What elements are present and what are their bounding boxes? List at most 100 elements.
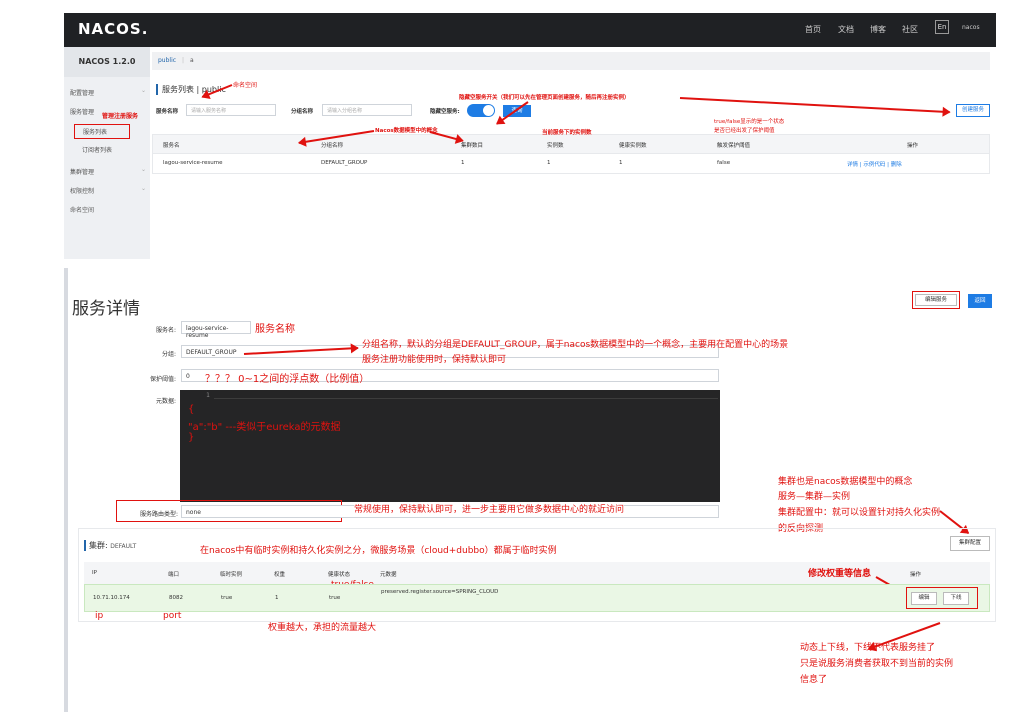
cell-service-name: lagou-service-resume — [163, 160, 223, 166]
annotation-manage: 管理注册服务 — [102, 113, 139, 120]
cell-weight: 1 — [275, 595, 279, 601]
annotation-weight-edit: 修改权重等信息 — [808, 566, 872, 579]
line-number: 1 — [206, 392, 210, 399]
annotation-hide-switch: 隐藏空服务开关（我们可以先在管理页面创建服务，随后再注册实例） — [459, 95, 630, 101]
sidebar-item-subscribers[interactable]: 订阅者列表 — [82, 145, 112, 154]
annotation-service-name: 服务名称 — [255, 324, 295, 335]
table-row: lagou-service-resume DEFAULT_GROUP 1 1 1… — [152, 154, 990, 174]
search-name-label: 服务名称 — [156, 109, 179, 115]
cluster-title-label: 集群: — [89, 541, 108, 550]
col-metadata: 元数据 — [380, 572, 397, 578]
annotation-protect-1: true/false显示的是一个状态 — [714, 119, 785, 125]
cell-healthy: 1 — [619, 160, 623, 166]
cell-group: DEFAULT_GROUP — [321, 160, 368, 166]
service-table-header: 服务名 分组名称 集群数目 实例数 健康实例数 触发保护阈值 操作 — [152, 134, 990, 154]
annotation-group-1: 分组名称，默认的分组是DEFAULT_GROUP，属于nacos数据模型中的一个… — [362, 340, 789, 350]
namespace-other[interactable]: a — [190, 57, 194, 64]
divider — [64, 268, 68, 712]
nav-community[interactable]: 社区 — [902, 24, 918, 35]
top-navbar — [64, 13, 996, 47]
service-name-field[interactable]: lagou-service-resume — [181, 321, 251, 339]
protect-value: 0 — [186, 373, 190, 380]
search-name-input[interactable]: 请输入服务名称 — [186, 104, 276, 116]
sidebar-item-service-list[interactable]: 服务列表 — [74, 124, 130, 139]
annotation-offline-2: 只是说服务消费者获取不到当前的实例 — [800, 659, 954, 669]
edit-instance-button[interactable]: 编辑 — [911, 592, 937, 605]
col-port: 端口 — [168, 572, 180, 578]
hide-empty-label: 隐藏空服务: — [430, 109, 460, 115]
annotation-weight: 权重越大，承担的流量越大 — [268, 623, 377, 633]
col-weight: 权重 — [274, 572, 286, 578]
annotation-group-2: 服务注册功能使用时，保持默认即可 — [362, 355, 507, 365]
edit-service-label[interactable]: 编辑服务 — [915, 294, 957, 306]
cell-ephemeral: true — [221, 595, 233, 601]
hide-empty-toggle[interactable] — [467, 104, 495, 117]
cell-metadata: preserved.register.source=SPRING_CLOUD — [381, 589, 499, 595]
sidebar-item-namespace[interactable]: 命名空间 — [70, 205, 94, 214]
arrow-icon — [679, 97, 950, 114]
selector-label: 服务路由类型: — [139, 511, 178, 518]
selector-value: none — [186, 509, 201, 516]
col-protect: 触发保护阈值 — [717, 143, 751, 149]
namespace-separator: | — [181, 57, 185, 64]
cell-protect: false — [717, 160, 731, 166]
cell-port: 8082 — [169, 595, 183, 601]
back-button[interactable]: 返回 — [968, 294, 992, 308]
row-actions[interactable]: 详情 | 示例代码 | 删除 — [847, 160, 902, 168]
sidebar-version: NACOS 1.2.0 — [64, 47, 150, 77]
annotation-cluster-2: 服务—集群—实例 — [778, 492, 851, 502]
nav-home[interactable]: 首页 — [805, 24, 821, 35]
annotation-offline-3: 信息了 — [800, 675, 828, 685]
namespace-bar: public | a — [152, 52, 990, 70]
col-ip: IP — [92, 570, 97, 576]
col-ephemeral: 临时实例 — [220, 572, 243, 578]
annotation-cluster-1: 集群也是nacos数据模型中的概念 — [778, 477, 913, 487]
nav-docs[interactable]: 文档 — [838, 24, 854, 35]
cell-instances: 1 — [547, 160, 551, 166]
annotation-selector: 常规使用，保持默认即可，进一步主要用它做多数据中心的就近访问 — [354, 502, 625, 515]
sidebar-item-auth[interactable]: 权限控制 — [70, 186, 94, 195]
col-instances: 实例数 — [547, 143, 564, 149]
row-actions: 编辑 下线 — [906, 587, 978, 609]
namespace-public[interactable]: public — [158, 57, 176, 64]
col-healthy: 健康实例数 — [619, 143, 647, 149]
col-cluster-count: 集群数目 — [461, 143, 484, 149]
create-service-button[interactable]: 创建服务 — [956, 104, 990, 117]
annotation-instances: 当前服务下的实例数 — [542, 130, 592, 136]
sidebar-item-service-mgmt[interactable]: 服务管理 — [70, 107, 94, 116]
col-health: 健康状态 — [328, 572, 351, 578]
edit-service-button[interactable]: 编辑服务 — [912, 291, 960, 309]
cluster-name: DEFAULT — [110, 543, 137, 550]
offline-button[interactable]: 下线 — [943, 592, 969, 605]
annotation-ip: ip — [95, 611, 104, 621]
col-ops: 操作 — [910, 572, 922, 578]
cluster-title: 集群: DEFAULT — [84, 540, 136, 551]
annotation-cluster-3: 集群配置中：就可以设置针对持久化实例 — [778, 508, 941, 518]
editor-divider — [214, 398, 718, 399]
nav-blog[interactable]: 博客 — [870, 24, 886, 35]
col-group: 分组名称 — [321, 143, 344, 149]
cluster-config-button[interactable]: 集群配置 — [950, 536, 990, 551]
sidebar-item-config[interactable]: 配置管理 — [70, 88, 94, 97]
cell-cluster-count: 1 — [461, 160, 465, 166]
language-toggle[interactable]: En — [935, 20, 949, 34]
metadata-label: 元数据: — [155, 398, 176, 405]
search-group-label: 分组名称 — [291, 109, 314, 115]
protect-label: 保护阈值: — [149, 376, 176, 383]
annotation-port: port — [163, 611, 182, 621]
annotation-protect-2: 是否已经出发了保护阈值 — [714, 128, 775, 134]
user-name[interactable]: nacos — [962, 24, 980, 31]
group-label: 分组: — [161, 351, 176, 358]
service-name-label: 服务名: — [155, 327, 176, 334]
nacos-logo[interactable]: NACOS. — [78, 20, 148, 38]
search-group-input[interactable]: 请输入分组名称 — [322, 104, 412, 116]
chevron-down-icon: ⌄ — [141, 185, 147, 192]
annotation-meta-3: } — [188, 432, 195, 443]
cell-health: true — [329, 595, 341, 601]
annotation-offline-1: 动态上下线，下线不代表服务挂了 — [800, 643, 936, 653]
metadata-editor[interactable] — [180, 390, 720, 502]
col-ops: 操作 — [907, 143, 919, 149]
sidebar-item-cluster[interactable]: 集群管理 — [70, 167, 94, 176]
annotation-protect: ？？？ 0~1之间的浮点数（比例值） — [205, 374, 370, 385]
col-service-name: 服务名 — [163, 143, 180, 149]
